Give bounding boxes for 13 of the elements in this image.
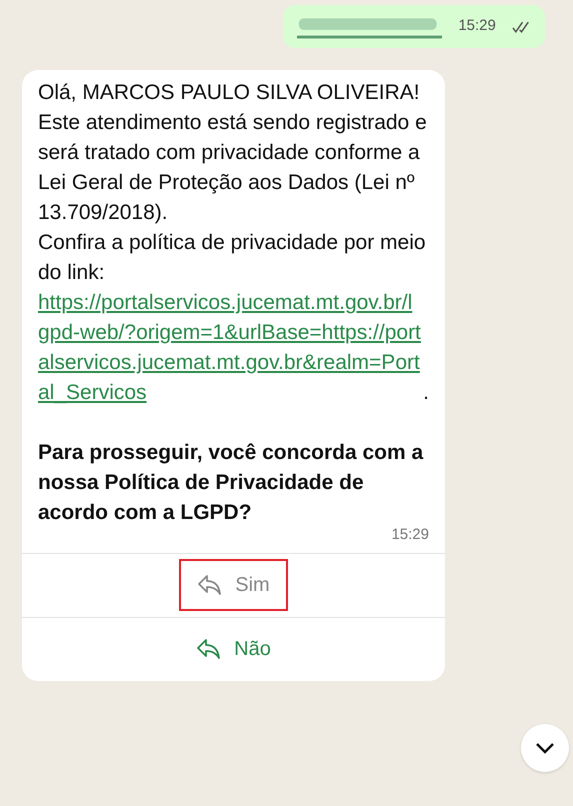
- message-time: 15:29: [458, 16, 496, 36]
- period-text: .: [423, 380, 429, 406]
- chevron-down-icon: [535, 742, 555, 754]
- reply-icon: [197, 574, 224, 596]
- greeting-text: Olá, MARCOS PAULO SILVA OLIVEIRA!: [38, 80, 421, 106]
- notice-text: Este atendimento está sendo registrado e será tratado com privacidade conforme a Lei Geral de Proteção aos Dados (Lei nº 13.709/2018).: [38, 110, 428, 226]
- reply-icon: [196, 638, 222, 660]
- message-time: 15:29: [391, 525, 429, 545]
- scroll-down-button[interactable]: [521, 724, 569, 772]
- reply-button[interactable]: Não: [178, 623, 289, 675]
- privacy-link[interactable]: https://portalservicos.jucemat.mt.gov.br/lgpd-web/?origem=1&urlBase=https://portalservicos.jucemat.mt.gov.br&realm=Portal_Servicos: [38, 288, 424, 408]
- privacy-text: Confira a política de privacidade por meio do link:: [38, 230, 427, 286]
- question-text: Para prosseguir, você concorda com a nossa Política de Privacidade de acordo com a LGPD?: [38, 440, 424, 526]
